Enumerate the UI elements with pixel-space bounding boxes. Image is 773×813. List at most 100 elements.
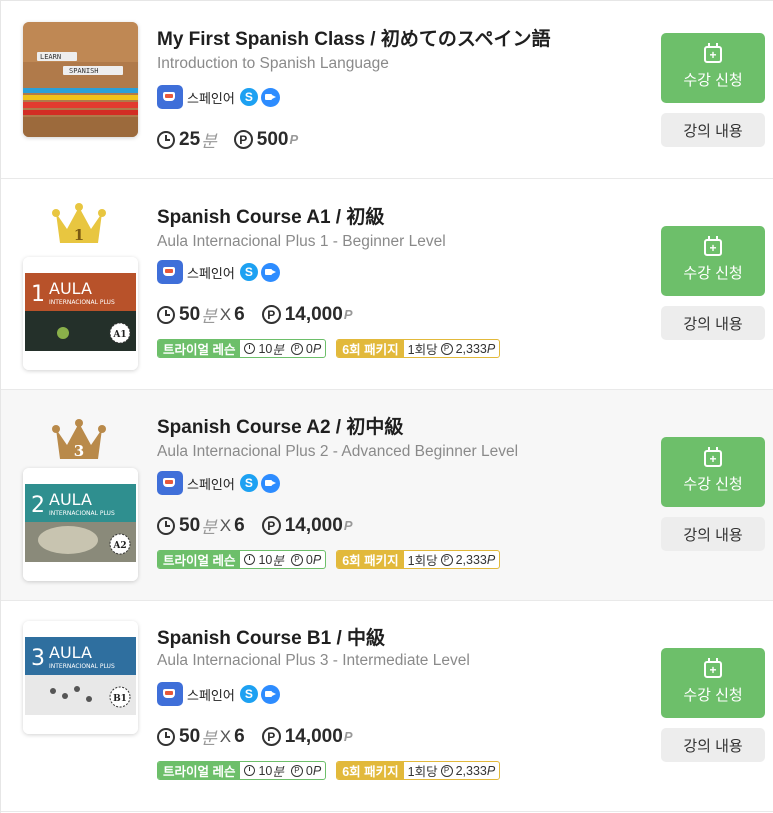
course-subtitle: Aula Internacional Plus 1 - Beginner Lev… [157,233,446,250]
rank-number: 1 [74,226,84,244]
spanish-flag-icon [157,260,183,284]
price-unit: P [343,518,353,533]
trial-time-unit: 분 [272,343,284,357]
package-details: 1회당 P 2,333 P [403,340,500,357]
spanish-flag-icon [157,471,183,495]
price-value: 500 [256,128,289,150]
point-icon: P [233,130,253,149]
language-row: 스페인어 S [157,259,280,285]
calendar-add-icon: + [704,236,722,256]
trial-lesson-tag[interactable]: 트라이얼 레슨 10 분 P 0P [157,761,327,780]
course-card: 3 2 AULA INTERNACIONAL PLUS A2 Spanish C… [1,390,773,601]
trial-lesson-tag[interactable]: 트라이얼 레슨 10 분 P 0P [157,339,327,358]
duration-value: 50 [179,725,201,747]
trial-details: 10 분 P 0P [240,762,326,779]
calendar-add-icon: + [704,43,722,63]
clock-icon [157,305,175,324]
duration-unit: 분 [201,729,217,748]
duration-price-row: 50 분 X 6 P 14,000 P [157,302,353,327]
course-list: LEARN SPANISH My First Spanish Class / 初… [0,0,773,813]
zoom-icon [260,262,280,282]
enroll-button[interactable]: + 수강 신청 [661,226,765,296]
point-icon: P [261,516,281,535]
course-title[interactable]: Spanish Course A2 / 初中級 [157,412,403,439]
tiles-top-text: LEARN [40,53,61,61]
trial-time: 10 [258,341,273,356]
course-title[interactable]: My First Spanish Class / 初めてのスペイン語 [157,24,551,51]
trial-label: 트라이얼 레슨 [158,762,241,779]
sessions-count: 6 [234,303,245,325]
package-tag[interactable]: 6회 패키지 1회당 P 2,333 P [336,761,501,780]
course-detail-button[interactable]: 강의 내용 [661,306,765,340]
duration-unit: 분 [201,307,217,326]
course-title[interactable]: Spanish Course B1 / 中級 [157,623,385,650]
package-tag[interactable]: 6회 패키지 1회당 P 2,333 P [336,550,501,569]
course-subtitle: Aula Internacional Plus 2 - Advanced Beg… [157,443,519,460]
skype-icon: S [239,88,258,106]
package-details: 1회당 P 2,333 P [403,762,500,779]
calendar-add-icon: + [704,658,722,678]
enroll-label: 수강 신청 [683,265,743,282]
trial-time: 10 [258,763,273,778]
price-unit: P [343,307,353,322]
course-thumbnail[interactable]: 1 AULA INTERNACIONAL PLUS A1 [23,257,138,370]
rank-crown-icon: 1 [52,203,106,244]
clock-icon [157,727,175,746]
course-subtitle: Introduction to Spanish Language [157,55,389,72]
spanish-flag-icon [157,682,183,706]
package-price: 2,333 [455,763,487,778]
book-number: 3 [31,646,45,671]
trial-time-unit: 분 [272,554,284,568]
clock-icon [244,343,256,354]
book-level: A1 [112,330,126,340]
sessions-count: 6 [234,725,245,747]
skype-icon: S [239,685,258,703]
point-icon: P [440,553,453,566]
course-title[interactable]: Spanish Course A1 / 初級 [157,202,384,229]
zoom-icon [260,473,280,493]
trial-details: 10 분 P 0P [240,551,326,568]
course-thumbnail[interactable]: 3 AULA INTERNACIONAL PLUS B1 [23,621,138,734]
enroll-button[interactable]: + 수강 신청 [661,33,765,103]
trial-price: 0 [305,763,313,778]
offer-tags: 트라이얼 레슨 10 분 P 0P 6회 패키지 1회당 P 2,333 P [157,339,510,358]
skype-icon: S [239,263,258,281]
course-thumbnail[interactable]: LEARN SPANISH [23,22,138,137]
book-cover-image: 1 AULA INTERNACIONAL PLUS A1 [23,257,138,370]
course-detail-button[interactable]: 강의 내용 [661,517,765,551]
sessions-count: 6 [234,514,245,536]
zoom-icon [260,87,280,107]
point-icon: P [440,342,453,355]
rank-crown-icon: 3 [52,419,106,460]
trial-price: 0 [305,552,313,567]
price-unit: P [343,729,353,744]
price-unit: P [289,132,299,147]
trial-lesson-tag[interactable]: 트라이얼 레슨 10 분 P 0P [157,550,327,569]
enroll-button[interactable]: + 수강 신청 [661,648,765,718]
book-number: 1 [31,282,45,307]
price-value: 14,000 [284,303,343,325]
duration-unit: 분 [201,518,217,537]
price-value: 14,000 [284,514,343,536]
enroll-button[interactable]: + 수강 신청 [661,437,765,507]
calendar-add-icon: + [704,447,722,467]
course-card: 1 1 AULA INTERNACIONAL PLUS A1 Spanish C… [1,179,773,390]
course-thumbnail[interactable]: 2 AULA INTERNACIONAL PLUS A2 [23,468,138,581]
point-icon: P [290,342,303,355]
point-icon: P [440,764,453,777]
course-subtitle: Aula Internacional Plus 3 - Intermediate… [157,652,470,669]
package-tag[interactable]: 6회 패키지 1회당 P 2,333 P [336,339,501,358]
duration-value: 50 [179,514,201,536]
point-icon: P [290,553,303,566]
book-title: AULA [49,490,92,509]
course-detail-button[interactable]: 강의 내용 [661,728,765,762]
enroll-label: 수강 신청 [683,687,743,704]
course-detail-button[interactable]: 강의 내용 [661,113,765,147]
duration-price-row: 25 분 P 500 P [157,127,298,152]
offer-tags: 트라이얼 레슨 10 분 P 0P 6회 패키지 1회당 P 2,333 P [157,550,510,569]
book-cover-image: 2 AULA INTERNACIONAL PLUS A2 [23,468,138,581]
trial-time: 10 [258,552,273,567]
language-row: 스페인어 S [157,84,280,110]
rank-number: 3 [74,442,84,460]
times-sign: X [219,515,232,535]
